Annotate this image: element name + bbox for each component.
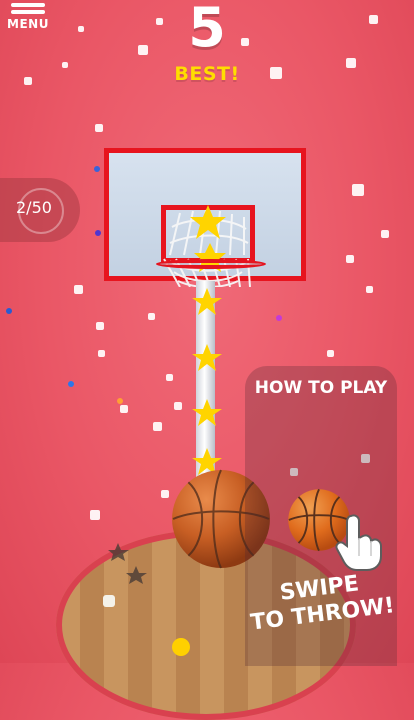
level-progress: 2/50	[0, 178, 80, 242]
confetti	[96, 322, 104, 330]
particle	[117, 398, 123, 404]
small-cup	[103, 595, 115, 607]
confetti	[74, 285, 83, 294]
confetti	[166, 374, 173, 381]
how-to-play-message: SWIPE TO THROW!	[249, 571, 396, 636]
score: 5	[188, 0, 226, 59]
confetti	[327, 350, 334, 357]
how-to-play-title: HOW TO PLAY	[254, 378, 388, 398]
particle	[276, 315, 282, 321]
particle	[6, 308, 12, 314]
progress-text: 2/50	[16, 198, 52, 217]
particle	[94, 166, 100, 172]
net	[163, 205, 251, 287]
confetti	[174, 402, 182, 410]
particle	[95, 230, 101, 236]
confetti	[120, 405, 128, 413]
particle	[68, 381, 74, 387]
confetti	[346, 255, 354, 263]
confetti	[90, 510, 100, 520]
confetti	[366, 286, 373, 293]
rim	[156, 259, 266, 269]
confetti	[153, 422, 162, 431]
confetti	[98, 350, 105, 357]
hand-icon	[335, 514, 382, 571]
confetti	[95, 124, 103, 132]
floor-stars	[108, 543, 147, 584]
confetti	[381, 230, 389, 238]
best-label: BEST!	[174, 63, 240, 85]
confetti	[352, 184, 364, 196]
confetti	[148, 313, 155, 320]
coin	[172, 638, 190, 656]
confetti	[161, 490, 169, 498]
how-to-play-panel: HOW TO PLAY SWIPE TO THROW!	[245, 366, 397, 666]
star-icon	[190, 205, 226, 239]
pole-stars	[192, 288, 222, 475]
game-scene[interactable]: MENU 5 BEST! 2/50 HOW TO PLAY SWIPE TO T…	[0, 0, 414, 720]
